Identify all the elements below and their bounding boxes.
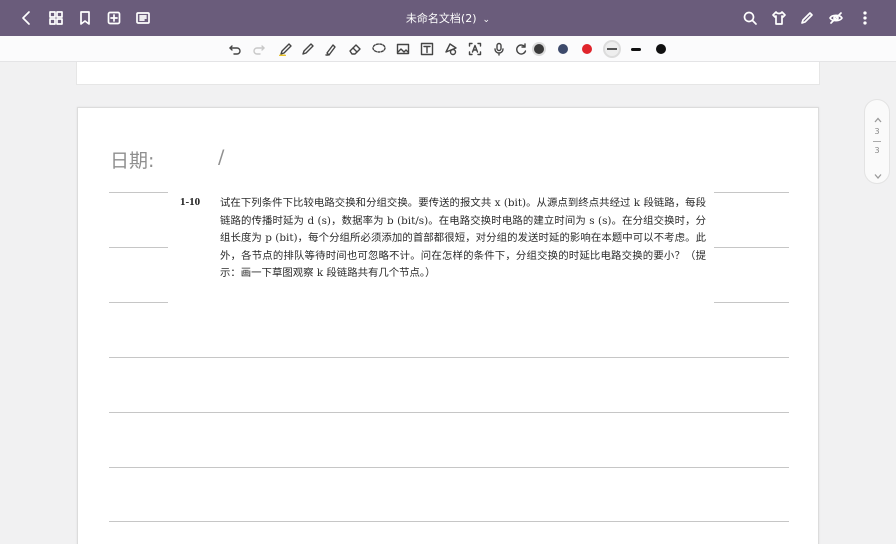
ocr-text-icon[interactable] [466, 40, 484, 58]
search-icon[interactable] [740, 8, 760, 28]
shape-icon[interactable] [442, 40, 460, 58]
shirt-icon[interactable] [769, 8, 789, 28]
color-swatch-navy[interactable] [558, 44, 568, 54]
ruled-line [109, 467, 789, 468]
refresh-icon[interactable] [512, 40, 530, 58]
redo-icon[interactable] [250, 40, 268, 58]
pasted-problem-image[interactable]: 1-10 试在下列条件下比较电路交换和分组交换。要传送的报文共 x (bit)。… [168, 190, 714, 317]
image-icon[interactable] [394, 40, 412, 58]
previous-page [76, 62, 820, 85]
top-bar: 未命名文档(2) ⌄ [0, 0, 896, 36]
stroke-size-medium[interactable] [631, 48, 641, 51]
date-label: 日期: [110, 150, 155, 172]
text-icon[interactable] [418, 40, 436, 58]
ruled-line [109, 357, 789, 358]
ruled-line [109, 412, 789, 413]
date-separator: / [218, 146, 225, 168]
document-title[interactable]: 未命名文档(2) ⌄ [0, 10, 896, 26]
chevron-down-icon[interactable] [873, 166, 883, 179]
more-icon[interactable] [855, 8, 875, 28]
color-swatch-dark[interactable] [534, 44, 544, 54]
eye-off-icon[interactable] [826, 8, 846, 28]
stroke-size-thin[interactable] [605, 42, 619, 56]
undo-icon[interactable] [226, 40, 244, 58]
stroke-size-large[interactable] [656, 44, 666, 54]
current-page-number: 3 [874, 127, 880, 136]
chevron-down-icon[interactable]: ⌄ [483, 15, 491, 25]
page-navigator: 3 3 [864, 99, 890, 184]
eraser-icon[interactable] [346, 40, 364, 58]
notebook-page[interactable]: 日期: / 1-10 试在下列条件下比较电路交换和分组交换。要传送的报文共 x … [77, 107, 819, 544]
mic-icon[interactable] [490, 40, 508, 58]
lasso-icon[interactable] [370, 40, 388, 58]
marker-icon[interactable] [322, 40, 340, 58]
stroke-thin-line [607, 48, 617, 50]
total-page-count: 3 [874, 146, 880, 155]
color-swatch-red[interactable] [582, 44, 592, 54]
chevron-up-icon[interactable] [873, 110, 883, 123]
problem-number: 1-10 [180, 196, 201, 208]
highlighter-icon[interactable] [277, 40, 295, 58]
pen-icon[interactable] [797, 8, 817, 28]
drawing-toolbar [0, 36, 896, 62]
ruled-line [109, 521, 789, 522]
page-divider [873, 141, 881, 142]
problem-text: 试在下列条件下比较电路交换和分组交换。要传送的报文共 x (bit)。从源点到终… [220, 197, 706, 280]
pen-icon[interactable] [299, 40, 317, 58]
